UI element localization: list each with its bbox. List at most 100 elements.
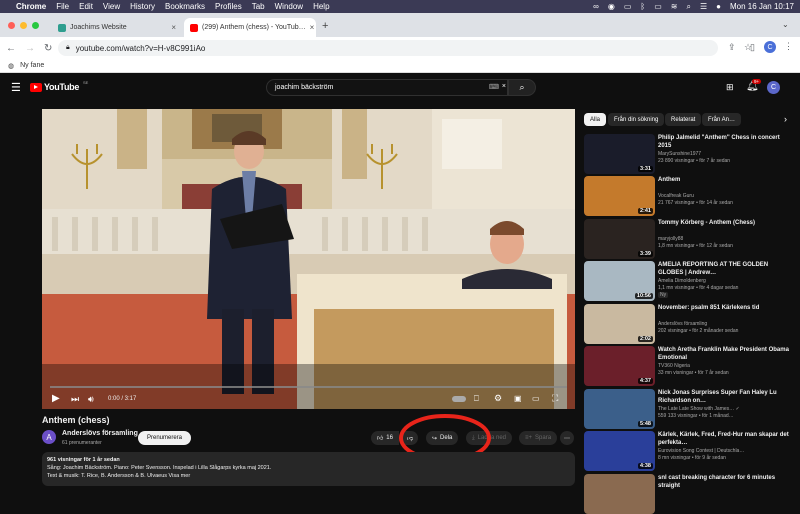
chip-related[interactable]: Relaterat — [665, 113, 702, 126]
spotlight-icon[interactable]: ⌕ — [686, 2, 690, 12]
theater-mode-icon[interactable]: ▭ — [532, 394, 540, 403]
recommendation-channel[interactable]: Eurovision Song Contest | Deutschla… — [658, 448, 744, 454]
save-button[interactable]: ≡+ Spara — [519, 431, 558, 445]
next-video-icon[interactable]: ⏭ — [71, 394, 79, 405]
airplay-icon[interactable]: ▭ — [624, 2, 632, 11]
recommendation-item[interactable]: 4:38 Kärlek, Kärlek, Fred, Fred-Hur man s… — [584, 431, 794, 471]
video-thumbnail[interactable]: 4:37 — [584, 346, 655, 386]
video-thumbnail[interactable]: 2:02 — [584, 304, 655, 344]
recommendation-title[interactable]: Philip Jalmelid "Anthem" Chess in concer… — [658, 134, 794, 150]
recommendation-channel[interactable]: Vocalfreak Guru — [658, 193, 694, 199]
tab-joachims-website[interactable]: Joachims Website × — [52, 18, 182, 37]
autoplay-toggle[interactable] — [452, 396, 466, 402]
video-progress-bar[interactable] — [50, 386, 567, 388]
control-center-icon[interactable]: ☰ — [700, 2, 707, 11]
more-actions-button[interactable]: ⋯ — [560, 431, 574, 445]
record-icon[interactable]: ◉ — [608, 2, 615, 11]
recommendation-title[interactable]: Watch Aretha Franklin Make President Oba… — [658, 346, 794, 362]
recommendation-channel[interactable]: MarySunshine1977 — [658, 151, 701, 157]
chips-next-chevron-icon[interactable]: › — [784, 114, 787, 124]
like-button[interactable]: 👍︎ 16 — [371, 431, 399, 445]
share-page-icon[interactable]: ⇪ — [728, 42, 736, 53]
recommendation-channel[interactable]: maryjolly88 — [658, 236, 683, 242]
reload-icon[interactable]: ↻ — [44, 43, 52, 54]
search-input[interactable]: joachim bäckström ⌨ × — [266, 79, 508, 96]
video-thumbnail[interactable]: 3:39 — [584, 219, 655, 259]
recommendation-channel[interactable]: TV360 Nigeria — [658, 363, 690, 369]
recommendation-item[interactable]: snl cast breaking character for 6 minute… — [584, 474, 794, 514]
recommendation-item[interactable]: 3:39 Tommy Körberg - Anthem (Chess) maryjo… — [584, 219, 794, 259]
account-avatar[interactable]: C — [767, 81, 780, 94]
menu-history[interactable]: History — [130, 2, 155, 11]
chrome-menu-icon[interactable]: ⋮ — [784, 41, 793, 52]
create-video-icon[interactable]: ⊞ — [726, 82, 734, 93]
window-minimize-button[interactable] — [20, 22, 27, 29]
youtube-logo-icon[interactable] — [30, 83, 42, 92]
chip-from-search[interactable]: Från din sökning — [608, 113, 665, 126]
recommendation-item[interactable]: 5:48 Nick Jonas Surprises Super Fan Haley… — [584, 389, 794, 429]
recommendation-title[interactable]: snl cast breaking character for 6 minute… — [658, 474, 794, 490]
recommendation-item[interactable]: 2:02 November: psalm 851 Kärlekens tid And… — [584, 304, 794, 344]
forward-arrow-icon[interactable]: → — [25, 43, 35, 54]
description-box[interactable]: 961 visningar för 1 år sedan Sång: Joach… — [42, 452, 575, 486]
tab-youtube[interactable]: (299) Anthem (chess) - YouTub… × — [184, 18, 316, 37]
new-tab-button[interactable]: + — [322, 20, 328, 32]
tab-close-icon[interactable]: × — [171, 23, 176, 32]
recommendation-title[interactable]: Kärlek, Kärlek, Fred, Fred-Hur man skapa… — [658, 431, 794, 447]
wifi-icon[interactable]: ≋ — [671, 2, 678, 11]
back-arrow-icon[interactable]: ← — [6, 43, 16, 54]
menu-edit[interactable]: Edit — [79, 2, 93, 11]
recommendation-item[interactable]: 10:56 AMELIA REPORTING AT THE GOLDEN GLOB… — [584, 261, 794, 301]
menu-help[interactable]: Help — [313, 2, 329, 11]
chip-all[interactable]: Alla — [584, 113, 607, 126]
video-thumbnail[interactable]: 2:41 — [584, 176, 655, 216]
video-thumbnail[interactable]: 10:56 — [584, 261, 655, 301]
lock-icon[interactable]: 🔒︎ — [66, 44, 70, 52]
creative-cloud-icon[interactable]: ∞ — [593, 2, 599, 11]
recommendation-channel[interactable]: Anderslövs församling — [658, 321, 707, 327]
recommendation-item[interactable]: 3:31 Philip Jalmelid "Anthem" Chess in co… — [584, 134, 794, 174]
menu-file[interactable]: File — [56, 2, 69, 11]
miniplayer-icon[interactable]: ▣ — [514, 394, 522, 403]
menu-tab[interactable]: Tab — [252, 2, 265, 11]
video-thumbnail[interactable]: 5:48 — [584, 389, 655, 429]
recommendation-channel[interactable]: The Late Late Show with James… ✓ — [658, 406, 740, 412]
battery-icon[interactable]: ▭ — [654, 2, 662, 11]
clear-search-icon[interactable]: × — [502, 83, 506, 90]
subscribe-button[interactable]: Prenumerera — [138, 431, 192, 445]
volume-icon[interactable]: 🔊︎ — [88, 394, 94, 405]
video-thumbnail[interactable]: 3:31 — [584, 134, 655, 174]
tab-close-icon[interactable]: × — [310, 23, 315, 32]
settings-gear-icon[interactable]: ⚙ — [494, 393, 502, 404]
subtitles-icon[interactable]: ⎕ — [474, 394, 479, 404]
bookmark-ny-fane[interactable]: Ny fane — [20, 62, 44, 69]
youtube-logo-text[interactable]: YouTube — [44, 82, 79, 92]
recommendation-title[interactable]: AMELIA REPORTING AT THE GOLDEN GLOBES | … — [658, 261, 794, 277]
menu-profiles[interactable]: Profiles — [215, 2, 242, 11]
recommendation-item[interactable]: 2:41 Anthem Vocalfreak Guru 21 767 visninga… — [584, 176, 794, 216]
recommendation-title[interactable]: Tommy Körberg - Anthem (Chess) — [658, 219, 794, 227]
recommendation-title[interactable]: November: psalm 851 Kärlekens tid — [658, 304, 794, 312]
window-close-button[interactable] — [8, 22, 15, 29]
play-icon[interactable]: ▶ — [52, 393, 60, 404]
menubar-clock[interactable]: Mon 16 Jan 10:17 — [730, 2, 794, 11]
keyboard-icon[interactable]: ⌨ — [489, 83, 499, 91]
menu-app-name[interactable]: Chrome — [16, 2, 46, 11]
menu-window[interactable]: Window — [275, 2, 303, 11]
channel-avatar[interactable]: A — [42, 430, 56, 444]
video-player[interactable]: ▶ ⏭ 🔊︎ 0:00 / 3:17 ⎕ ⚙ ▣ ▭ ⛶ — [42, 109, 575, 409]
window-zoom-button[interactable] — [32, 22, 39, 29]
channel-name[interactable]: Anderslövs församling — [62, 430, 138, 437]
video-thumbnail[interactable]: 4:38 — [584, 431, 655, 471]
recommendation-channel[interactable]: Amelia Dimoldenberg — [658, 278, 706, 284]
recommendation-item[interactable]: 4:37 Watch Aretha Franklin Make President… — [584, 346, 794, 386]
profile-avatar[interactable]: C — [764, 41, 776, 53]
menu-view[interactable]: View — [103, 2, 120, 11]
recommendation-title[interactable]: Anthem — [658, 176, 794, 184]
address-bar[interactable]: 🔒︎ youtube.com/watch?v=H-v8C991iAo — [58, 40, 718, 56]
video-thumbnail[interactable] — [584, 474, 655, 514]
siri-icon[interactable]: ● — [716, 2, 721, 11]
chip-from-channel[interactable]: Från An… — [702, 113, 742, 126]
hamburger-menu-icon[interactable]: ☰ — [11, 81, 21, 94]
recommendation-title[interactable]: Nick Jonas Surprises Super Fan Haley Lu … — [658, 389, 794, 405]
